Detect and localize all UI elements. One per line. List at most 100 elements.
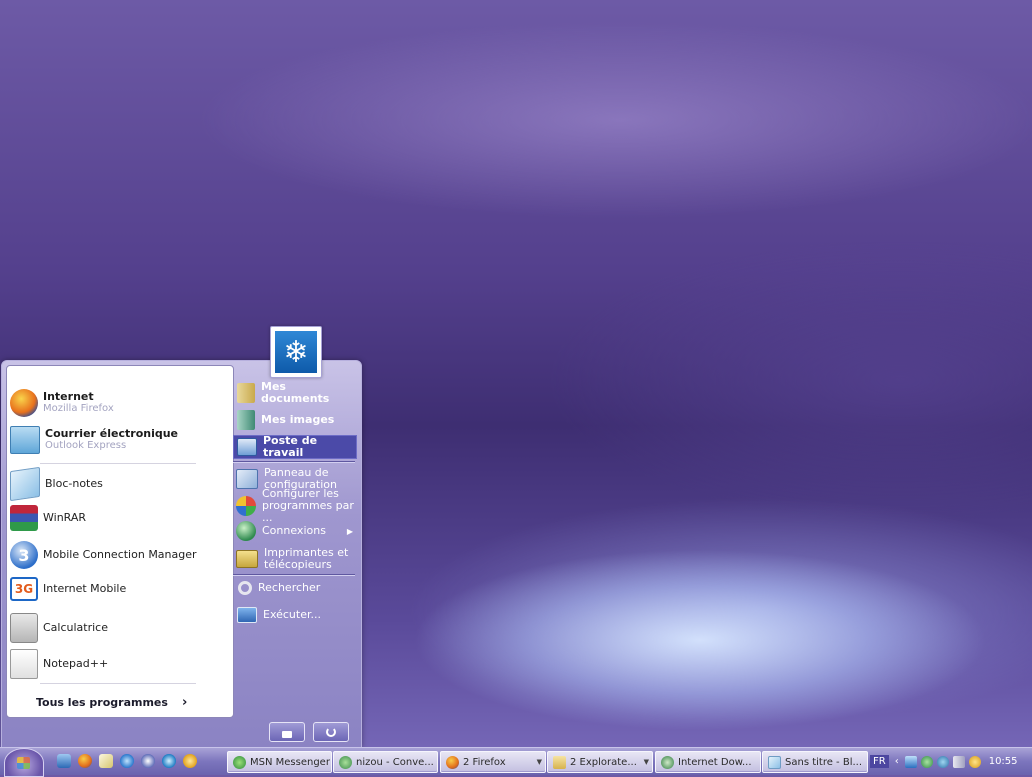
right-item-label: Exécuter... [263, 608, 321, 621]
network-icon[interactable] [904, 755, 917, 768]
taskbar-button-label: Sans titre - Bl... [785, 756, 863, 768]
internet-explorer-icon[interactable] [120, 754, 134, 768]
connection-icon[interactable] [936, 755, 949, 768]
pictures-folder-icon [237, 410, 255, 430]
program-label: Bloc-notes [45, 477, 103, 490]
right-item-label: Poste de travail [263, 434, 318, 459]
all-programs-label: Tous les programmes [36, 696, 168, 709]
right-item-label-line2: télécopieurs [264, 558, 332, 571]
chevron-right-icon: › [181, 695, 188, 710]
program-label: WinRAR [43, 511, 87, 524]
pinned-title: Courrier électronique [45, 427, 179, 440]
firefox-icon [10, 389, 38, 417]
messenger-quicklaunch-icon[interactable] [183, 754, 197, 768]
right-item-imprimantes[interactable]: Imprimantes et télécopieurs [233, 546, 355, 572]
lock-icon [282, 730, 292, 738]
program-label: Internet Mobile [43, 582, 127, 595]
right-item-poste-de-travail[interactable]: Poste de travail [233, 435, 357, 459]
msn-messenger-icon [233, 755, 246, 769]
start-button[interactable] [4, 748, 44, 777]
right-item-rechercher[interactable]: Rechercher [233, 578, 355, 598]
network-globe-icon [236, 521, 256, 541]
program-internet-mobile[interactable]: 3G Internet Mobile [10, 577, 126, 601]
firefox-icon [446, 755, 459, 769]
language-indicator[interactable]: FR [870, 755, 889, 768]
firefox-quicklaunch-icon[interactable] [78, 754, 92, 768]
separator [40, 683, 196, 684]
program-calculatrice[interactable]: Calculatrice [10, 613, 108, 643]
right-item-label: Mes documents [261, 380, 330, 405]
chat-icon[interactable] [162, 754, 176, 768]
right-item-mes-documents[interactable]: Mes documents [233, 380, 355, 405]
taskbar-button-internet-download[interactable]: Internet Dow... [655, 751, 761, 773]
calculator-icon [10, 613, 38, 643]
system-tray: FR ‹ 10:55 [870, 750, 1032, 773]
show-desktop-icon[interactable] [57, 754, 71, 768]
taskbar-button-conversation[interactable]: nizou - Conve... [333, 751, 438, 773]
taskbar-button-msn-messenger[interactable]: MSN Messenger [227, 751, 332, 773]
volume-icon[interactable] [952, 755, 965, 768]
media-player-icon[interactable] [141, 754, 155, 768]
program-notepad-plus-plus[interactable]: Notepad++ [10, 649, 108, 679]
mobile-connection-icon: 3 [10, 541, 38, 569]
documents-folder-icon [237, 383, 255, 403]
clock[interactable]: 10:55 [989, 756, 1018, 767]
tray-expand-icon[interactable]: ‹ [895, 756, 899, 767]
pinned-internet[interactable]: Internet Mozilla Firefox [10, 389, 114, 417]
winrar-icon [10, 505, 38, 531]
search-icon [238, 581, 252, 595]
right-item-label: Rechercher [258, 581, 321, 594]
default-programs-icon [236, 496, 256, 516]
taskbar-button-label: Internet Dow... [678, 756, 752, 768]
submenu-arrow-icon: ▶ [346, 526, 353, 536]
notepad-quicklaunch-icon[interactable] [99, 754, 113, 768]
right-item-configurer-programmes[interactable]: Configurer les programmes par ... [233, 488, 355, 524]
taskbar: MSN Messenger nizou - Conve... 2 Firefox… [0, 747, 1032, 777]
pinned-subtitle: Outlook Express [45, 440, 127, 451]
notepad-plus-plus-icon [10, 649, 38, 679]
outlook-express-icon [10, 426, 40, 454]
program-winrar[interactable]: WinRAR [10, 505, 86, 531]
chevron-down-icon: ▼ [643, 758, 649, 766]
separator [233, 461, 355, 463]
all-programs-button[interactable]: Tous les programmes › [36, 695, 187, 710]
right-item-connexions[interactable]: Connexions ▶ [233, 521, 355, 541]
taskbar-button-firefox-group[interactable]: 2 Firefox ▼ [440, 751, 546, 773]
right-item-label: Mes images [261, 413, 335, 426]
power-button[interactable] [313, 722, 349, 742]
conversation-icon [339, 755, 352, 769]
folder-icon [553, 755, 566, 769]
taskbar-button-label: 2 Firefox [463, 756, 506, 768]
security-icon[interactable] [968, 755, 981, 768]
download-manager-icon [661, 755, 674, 769]
taskbar-button-notepad[interactable]: Sans titre - Bl... [762, 751, 868, 773]
right-item-mes-images[interactable]: Mes images [233, 409, 355, 431]
taskbar-button-explorer-group[interactable]: 2 Explorate... ▼ [547, 751, 653, 773]
taskbar-button-label: nizou - Conve... [356, 756, 434, 768]
separator [233, 574, 355, 576]
right-item-executer[interactable]: Exécuter... [233, 605, 355, 625]
user-picture[interactable]: ❄ [270, 326, 322, 378]
control-panel-icon [236, 469, 258, 489]
computer-icon [237, 438, 257, 456]
printer-icon [236, 550, 258, 568]
program-label: Notepad++ [43, 657, 109, 670]
snowflake-icon: ❄ [275, 331, 317, 373]
run-icon [237, 607, 257, 623]
users-icon[interactable] [920, 755, 933, 768]
right-item-label: Connexions [262, 524, 326, 537]
program-mobile-connection-manager[interactable]: 3 Mobile Connection Manager [10, 541, 197, 569]
notepad-icon [10, 466, 40, 502]
notepad-icon [768, 755, 781, 769]
separator [40, 463, 196, 464]
pinned-subtitle: Mozilla Firefox [43, 403, 114, 414]
pinned-title: Internet [43, 390, 94, 403]
program-label: Mobile Connection Manager [43, 548, 197, 561]
pinned-email[interactable]: Courrier électronique Outlook Express [10, 426, 178, 454]
power-icon [326, 727, 336, 737]
program-label: Calculatrice [43, 621, 109, 634]
program-bloc-notes[interactable]: Bloc-notes [10, 466, 103, 502]
chevron-down-icon: ▼ [536, 758, 542, 766]
taskbar-button-label: MSN Messenger [250, 756, 330, 768]
lock-button[interactable] [269, 722, 305, 742]
